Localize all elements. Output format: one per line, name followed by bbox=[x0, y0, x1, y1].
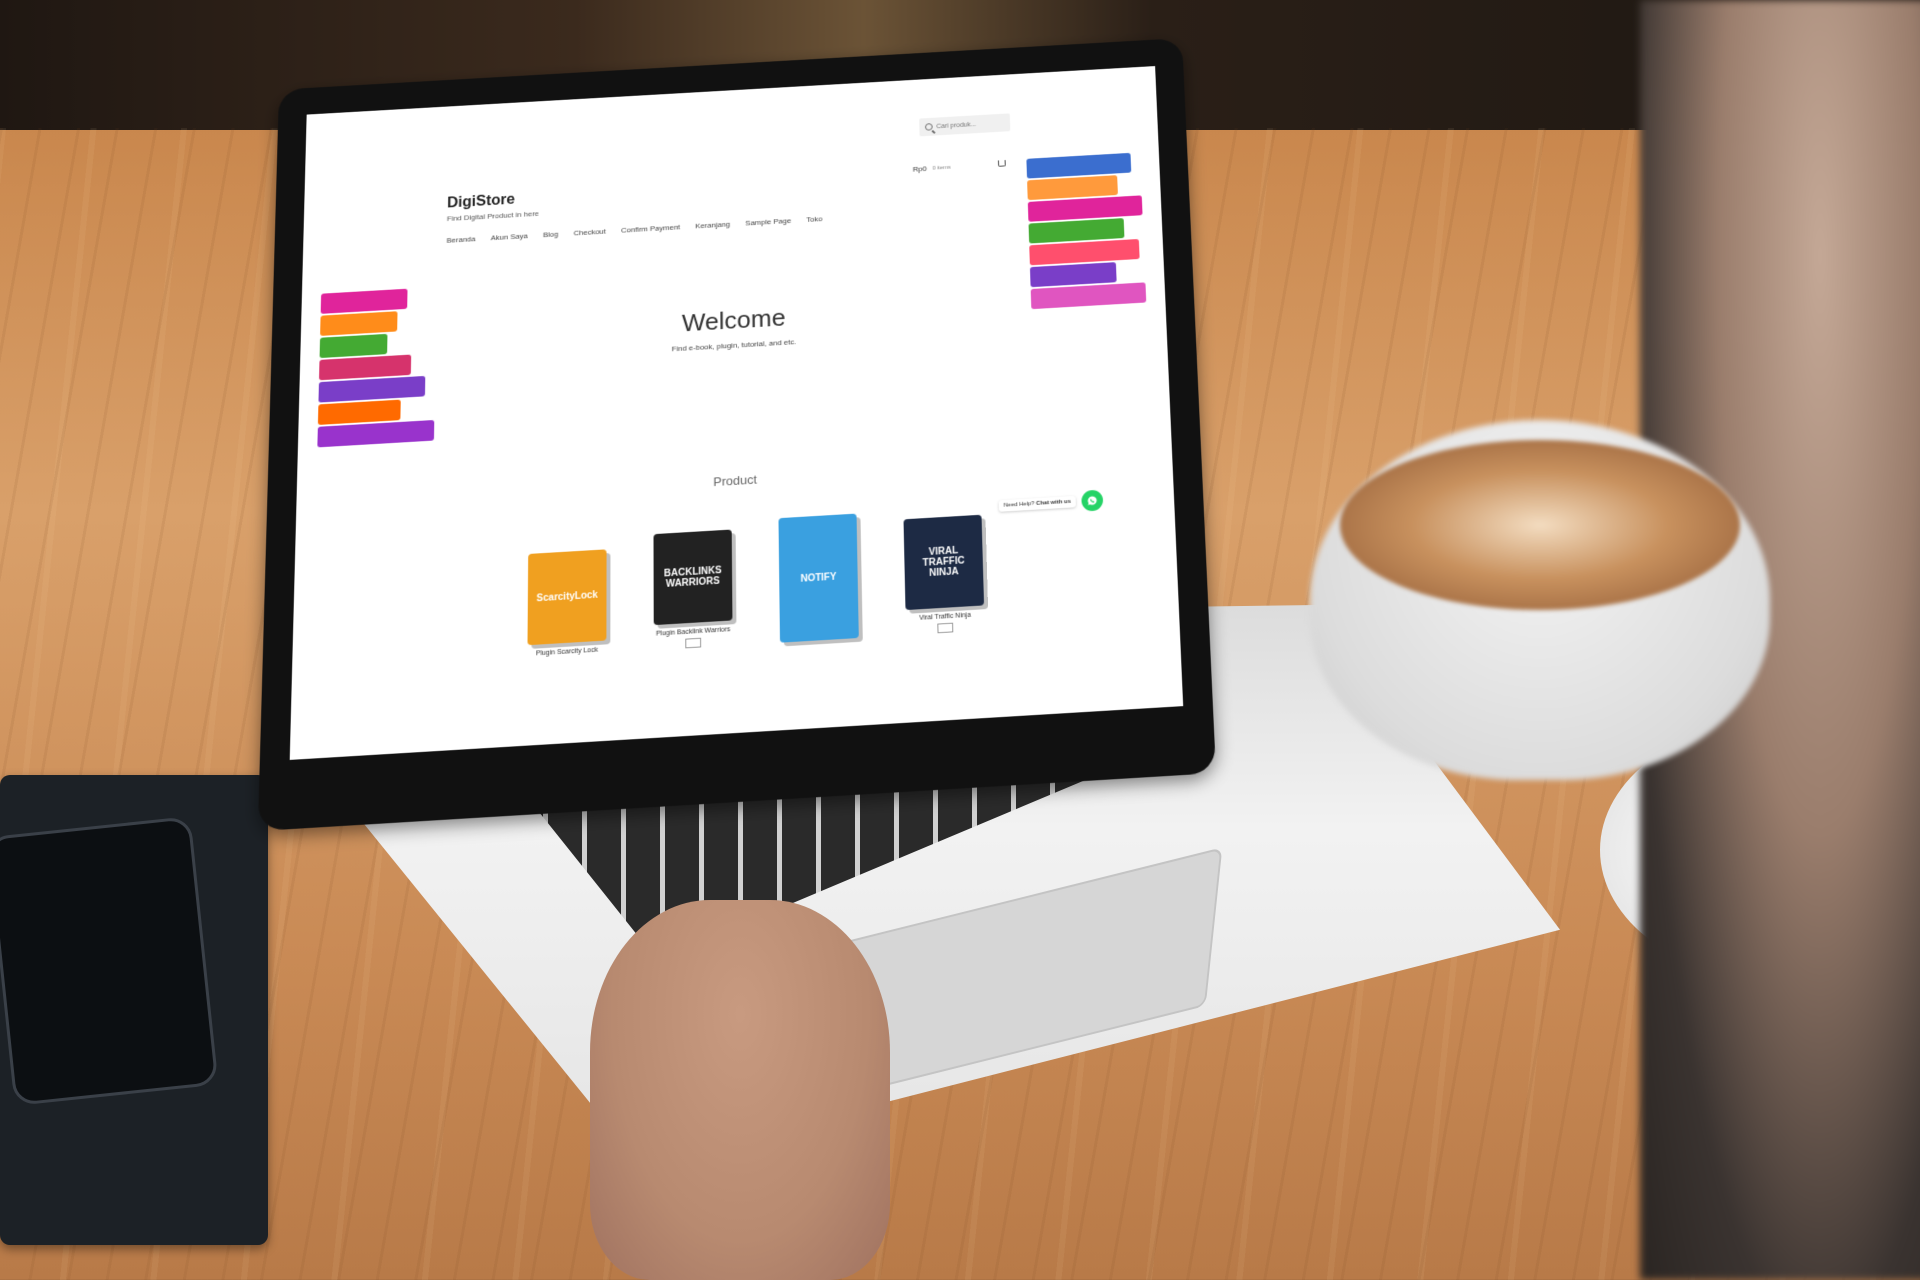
product-card[interactable]: NOTIFY bbox=[769, 513, 869, 643]
search-icon bbox=[924, 123, 933, 131]
nav-item-checkout[interactable]: Checkout bbox=[574, 227, 606, 237]
nav-item-confirm-payment[interactable]: Confirm Payment bbox=[621, 223, 680, 235]
cart-count: 0 items bbox=[932, 164, 951, 171]
chat-widget[interactable]: Need Help? Chat with us bbox=[998, 489, 1104, 517]
nav-item-akun-saya[interactable]: Akun Saya bbox=[491, 232, 528, 242]
basket-icon[interactable] bbox=[997, 160, 1006, 167]
product-image[interactable]: NOTIFY bbox=[778, 513, 859, 643]
laptop-screen-bezel: DigiStore Find Digital Product in here R… bbox=[257, 38, 1217, 832]
product-name[interactable]: Viral Traffic Ninja bbox=[919, 612, 971, 622]
browser-viewport: DigiStore Find Digital Product in here R… bbox=[289, 66, 1184, 760]
nav-item-keranjang[interactable]: Keranjang bbox=[695, 220, 730, 230]
product-image[interactable]: ScarcityLock bbox=[527, 549, 607, 646]
site-tagline: Find Digital Product in here bbox=[446, 209, 539, 223]
whatsapp-icon[interactable] bbox=[1081, 489, 1104, 512]
product-name[interactable]: Plugin Backlink Warriors bbox=[656, 626, 731, 637]
search-box[interactable] bbox=[919, 113, 1011, 137]
nav-item-blog[interactable]: Blog bbox=[543, 230, 558, 239]
nav-item-toko[interactable]: Toko bbox=[806, 215, 822, 224]
product-card[interactable]: VIRAL TRAFFIC NINJA Viral Traffic Ninja bbox=[894, 514, 995, 636]
user-hand bbox=[590, 900, 890, 1280]
coffee-latte bbox=[1340, 440, 1740, 610]
product-name[interactable]: Plugin Scarcity Lock bbox=[536, 647, 598, 658]
cart-summary[interactable]: Rp0 0 items bbox=[912, 163, 951, 174]
product-image[interactable]: BACKLINKS WARRIORS bbox=[653, 529, 733, 626]
product-grid: ScarcityLock Plugin Scarcity Lock BACKLI… bbox=[510, 505, 1003, 659]
site-title[interactable]: DigiStore bbox=[447, 191, 539, 213]
product-card[interactable]: ScarcityLock Plugin Scarcity Lock bbox=[518, 549, 617, 659]
cart-total: Rp0 bbox=[912, 164, 927, 174]
site-branding: DigiStore Find Digital Product in here bbox=[447, 191, 539, 223]
product-card[interactable]: BACKLINKS WARRIORS Plugin Backlink Warri… bbox=[644, 529, 743, 651]
nav-item-sample-page[interactable]: Sample Page bbox=[745, 217, 791, 228]
hero-banner: Welcome Find e-book, plugin, tutorial, a… bbox=[296, 152, 1173, 519]
product-image[interactable]: VIRAL TRAFFIC NINJA bbox=[903, 514, 985, 611]
smartphone-device bbox=[0, 816, 219, 1106]
chat-label[interactable]: Need Help? Chat with us bbox=[998, 495, 1076, 512]
search-input[interactable] bbox=[936, 119, 1003, 130]
product-button[interactable] bbox=[685, 637, 701, 649]
product-button[interactable] bbox=[937, 622, 954, 634]
nav-item-beranda[interactable]: Beranda bbox=[447, 235, 476, 245]
